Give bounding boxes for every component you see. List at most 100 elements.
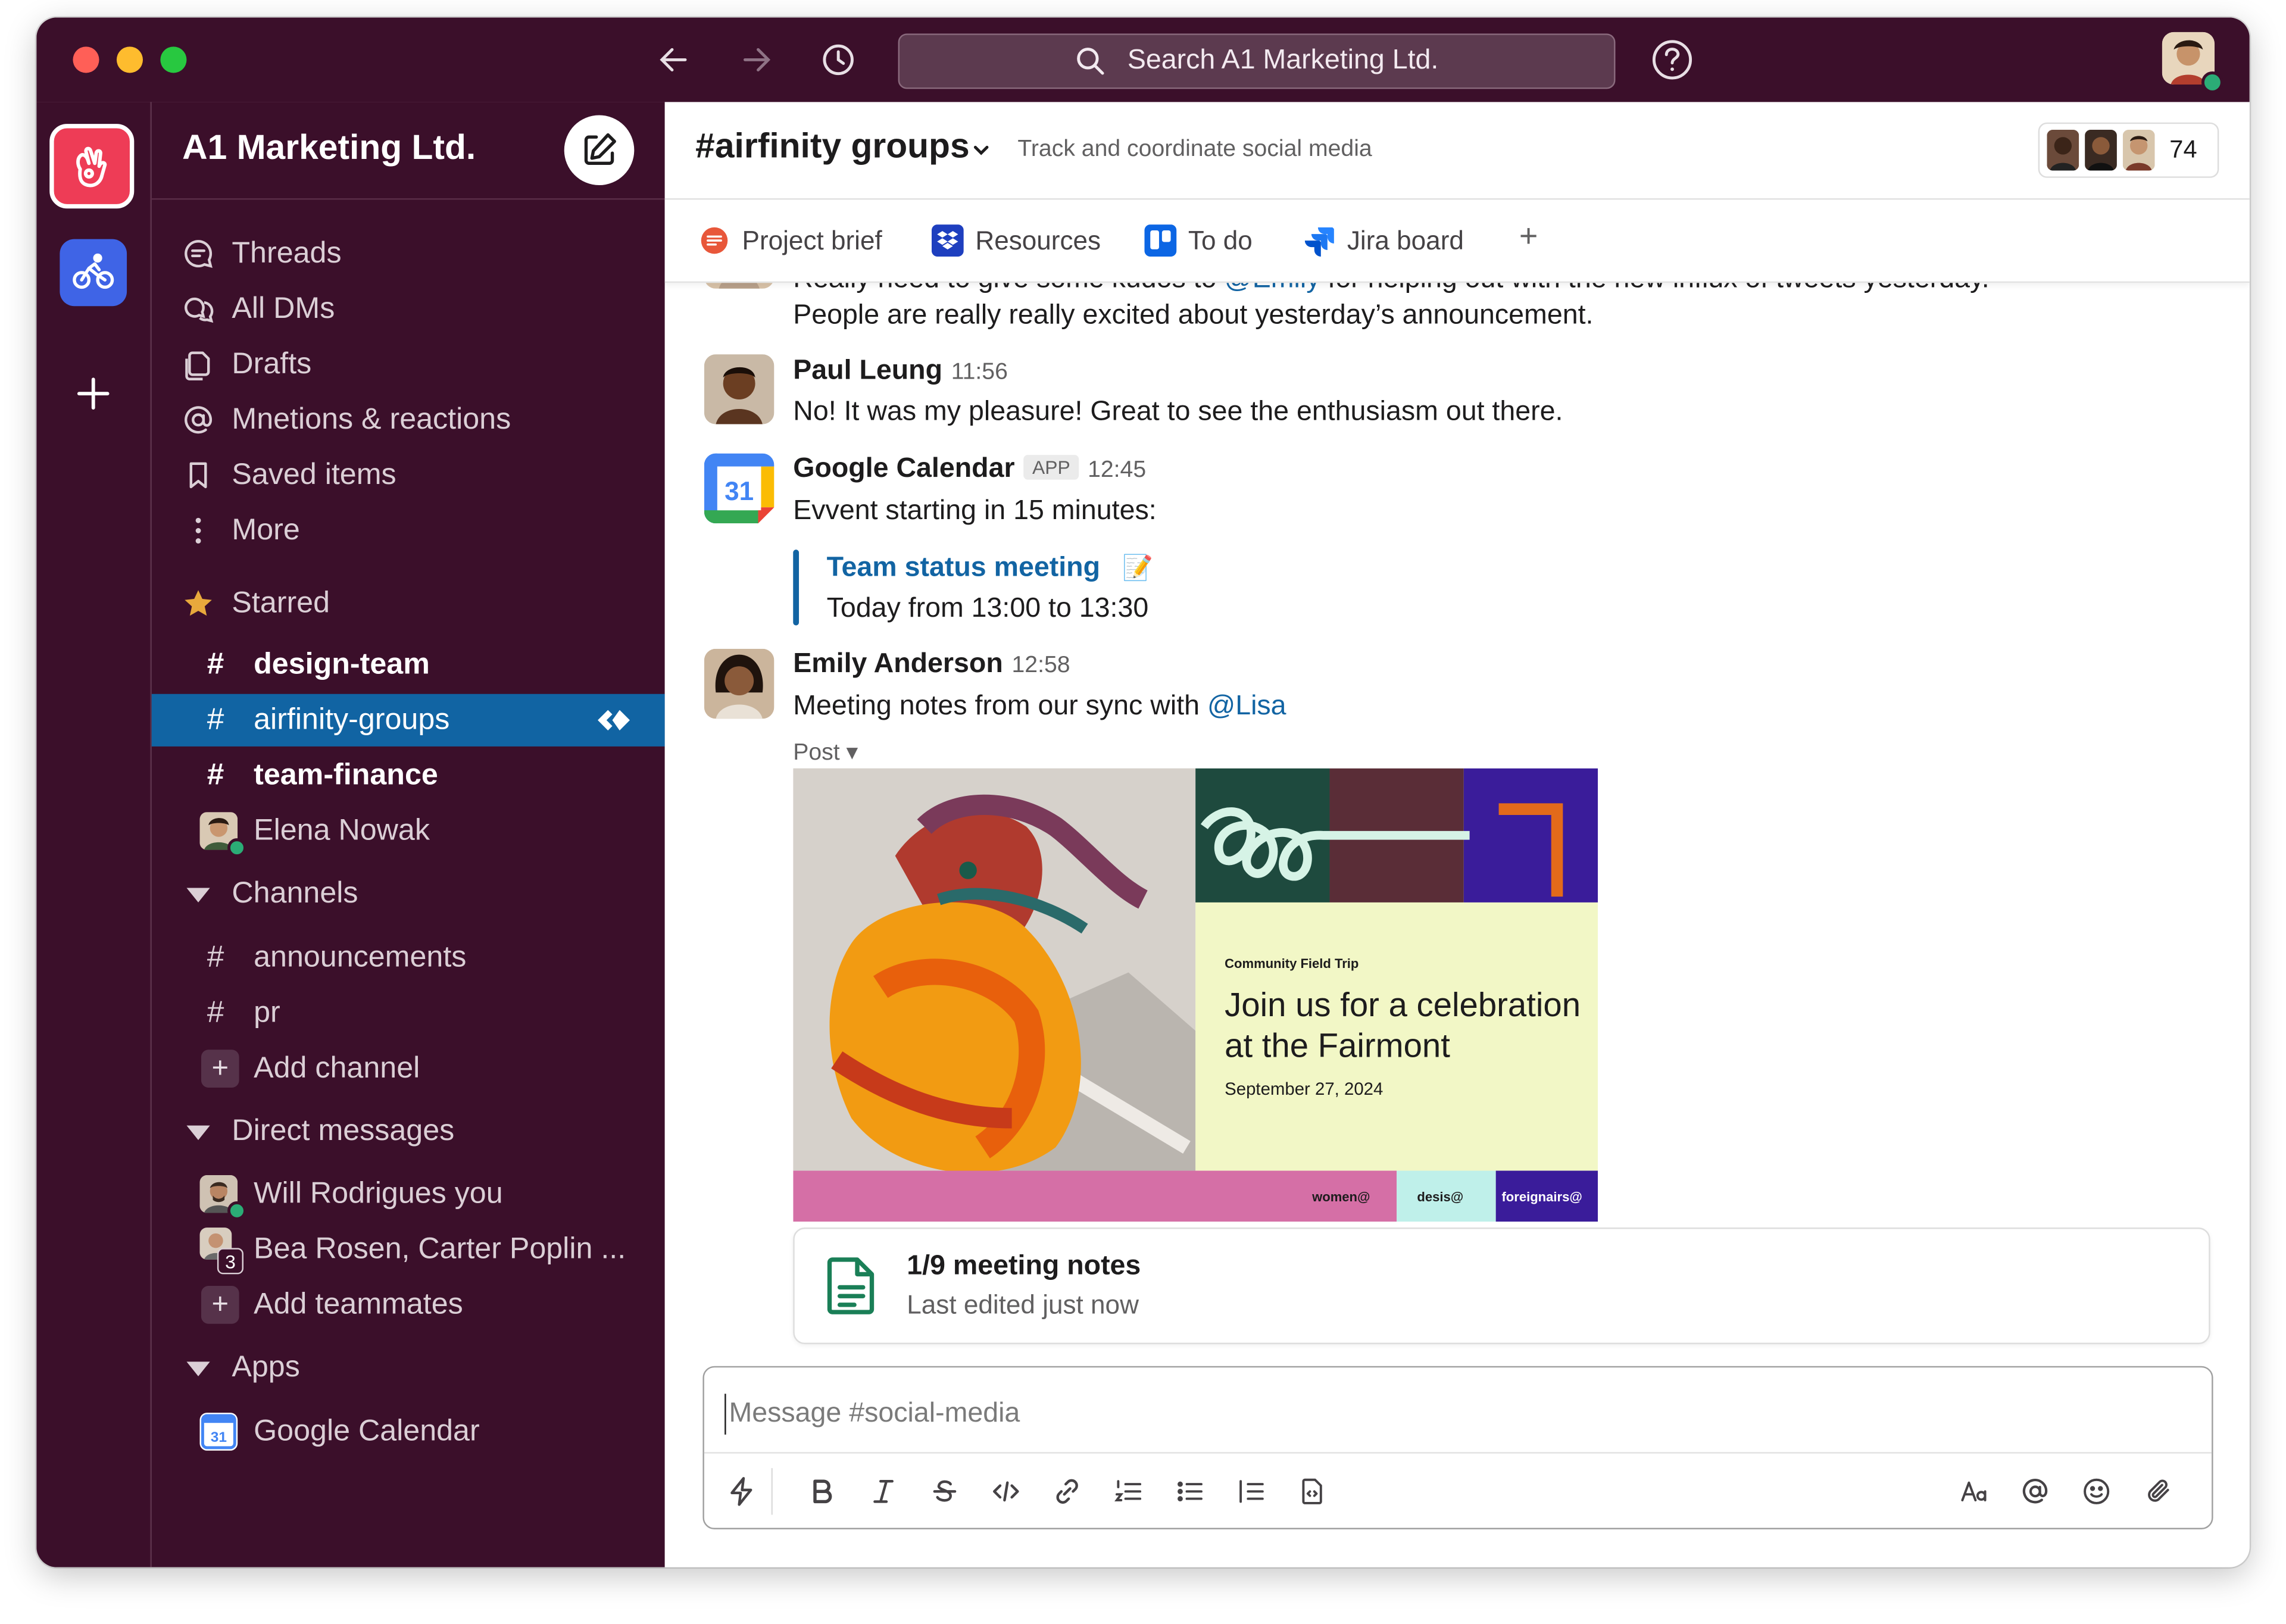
note-title: 1/9 meeting notes <box>907 1251 1141 1282</box>
google-calendar-avatar[interactable]: 31 <box>704 453 775 524</box>
sidebar-item-all-dms[interactable]: All DMs <box>152 283 665 335</box>
sidebar-channel-design-team[interactable]: # design-team <box>152 639 665 691</box>
add-tab-button[interactable]: + <box>1519 217 1538 255</box>
sidebar-section-direct-messages[interactable]: Direct messages <box>152 1105 665 1157</box>
code-block-icon[interactable] <box>1293 1472 1331 1510</box>
blockquote-icon[interactable] <box>1232 1472 1270 1510</box>
ordered-list-icon[interactable] <box>1110 1472 1148 1510</box>
timestamp[interactable]: 12:58 <box>1011 653 1070 678</box>
link-icon[interactable] <box>1048 1472 1086 1510</box>
emoji-icon[interactable] <box>2078 1472 2116 1510</box>
app-label: Google Calendar <box>254 1414 480 1448</box>
timestamp[interactable]: 12:45 <box>1088 458 1146 483</box>
message-input[interactable] <box>724 1394 2190 1435</box>
sidebar-channel-pr[interactable]: # pr <box>152 987 665 1039</box>
dm-label: Bea Rosen, Carter Poplin ... <box>254 1232 626 1266</box>
timestamp[interactable]: 11:56 <box>951 360 1008 385</box>
strikethrough-icon[interactable] <box>926 1472 964 1510</box>
poster-logo-foreignairs: foreignairs@ <box>1501 1189 1582 1204</box>
workspace-name[interactable]: A1 Marketing Ltd. <box>182 129 476 170</box>
history-icon[interactable] <box>816 38 860 82</box>
avatar-paul-leung[interactable] <box>704 354 775 424</box>
forward-icon[interactable] <box>735 38 778 82</box>
code-icon[interactable] <box>987 1472 1025 1510</box>
channel-hash-icon: # <box>207 995 224 1029</box>
mention-icon[interactable] <box>2016 1472 2054 1510</box>
sidebar-item-saved[interactable]: Saved items <box>152 449 665 501</box>
sidebar-channel-airfinity-groups[interactable]: # airfinity-groups <box>151 694 665 747</box>
add-channel-button[interactable]: + Add channel <box>152 1042 665 1095</box>
canvas-attachment-card[interactable]: 1/9 meeting notes Last edited just now <box>793 1228 2210 1344</box>
help-icon[interactable] <box>1650 38 1694 82</box>
avatar <box>704 283 775 289</box>
message-text: Really need to give some kudos to @Emily… <box>793 283 1989 296</box>
sidebar-item-threads[interactable]: Threads <box>152 227 665 280</box>
tab-to-do[interactable]: To do <box>1144 221 1253 260</box>
workspace-cycling[interactable] <box>60 239 127 307</box>
sidebar-channel-team-finance[interactable]: # team-finance <box>152 749 665 802</box>
toolbar-separator <box>771 1468 773 1515</box>
online-status-dot <box>2201 71 2223 93</box>
sidebar-dm-will-rodrigues[interactable]: Will Rodrigues you <box>152 1168 665 1220</box>
sidebar-item-label: Saved items <box>232 457 396 492</box>
italic-icon[interactable] <box>864 1472 902 1510</box>
zoom-window-button[interactable] <box>160 46 187 73</box>
poster-logo-desis: desis@ <box>1417 1189 1463 1204</box>
section-label: Direct messages <box>232 1114 455 1148</box>
back-icon[interactable] <box>652 38 695 82</box>
avatar-emily-anderson[interactable] <box>704 648 775 719</box>
author-name[interactable]: Google Calendar <box>793 454 1014 484</box>
sidebar-dm-group[interactable]: 3 Bea Rosen, Carter Poplin ... <box>152 1223 665 1276</box>
author-name[interactable]: Paul Leung <box>793 356 942 386</box>
add-workspace-icon[interactable] <box>68 369 118 419</box>
sidebar-item-more[interactable]: More <box>152 504 665 557</box>
tab-project-brief[interactable]: Project brief <box>698 221 882 260</box>
online-status-dot <box>227 838 246 858</box>
workspace-a1-marketing[interactable] <box>49 124 135 209</box>
shortcuts-lightning-icon[interactable] <box>723 1472 761 1510</box>
sidebar-app-google-calendar[interactable]: 31 Google Calendar <box>152 1406 665 1458</box>
sidebar-dm-elena-nowak[interactable]: Elena Nowak <box>152 805 665 858</box>
workspace-logo-icon <box>76 146 107 188</box>
tab-resources[interactable]: Resources <box>931 221 1101 260</box>
add-teammates-button[interactable]: + Add teammates <box>152 1279 665 1331</box>
dropbox-icon <box>931 224 964 257</box>
sidebar-section-apps[interactable]: Apps <box>152 1341 665 1394</box>
search-bar[interactable]: Search A1 Marketing Ltd. <box>898 33 1616 89</box>
sidebar-item-drafts[interactable]: Drafts <box>152 338 665 391</box>
post-label[interactable]: Post ▾ <box>793 738 858 767</box>
sidebar-section-channels[interactable]: Channels <box>152 867 665 920</box>
sidebar-section-starred[interactable]: Starred <box>152 577 665 630</box>
minimize-window-button[interactable] <box>116 46 143 73</box>
add-channel-label: Add channel <box>254 1051 420 1085</box>
tab-label: Jira board <box>1347 225 1464 255</box>
sidebar-item-label: Threads <box>232 236 342 270</box>
sidebar-channel-announcements[interactable]: # announcements <box>152 932 665 984</box>
channel-name[interactable]: #airfinity groups <box>695 127 969 168</box>
tab-jira-board[interactable]: Jira board <box>1303 221 1464 260</box>
member-count-badge: 3 <box>217 1248 243 1275</box>
attachment-icon[interactable] <box>2140 1472 2178 1510</box>
chevron-down-icon[interactable] <box>971 140 991 160</box>
compose-button[interactable] <box>564 115 635 186</box>
close-window-button[interactable] <box>73 46 99 73</box>
formatting-icon[interactable] <box>1955 1472 1993 1510</box>
poster-kicker: Community Field Trip <box>1225 956 1359 971</box>
channel-label: announcements <box>254 940 467 974</box>
mention-emily[interactable]: @Emily <box>1225 283 1320 295</box>
trello-icon <box>1144 224 1177 257</box>
event-title[interactable]: Team status meeting 📝 <box>827 552 1154 585</box>
post-image[interactable]: Community Field Trip Join us for a celeb… <box>793 768 1598 1222</box>
app-window: Search A1 Marketing Ltd. A1 Marketing Lt… <box>36 17 2250 1567</box>
dms-icon <box>179 290 217 328</box>
google-calendar-icon: 31 <box>199 1413 238 1451</box>
channel-topic[interactable]: Track and coordinate social media <box>1017 137 1372 163</box>
message-text: Meeting notes from our sync with @Lisa <box>793 691 1286 723</box>
channel-label: design-team <box>254 647 430 681</box>
mention-lisa[interactable]: @Lisa <box>1207 691 1286 722</box>
bold-icon[interactable] <box>803 1472 841 1510</box>
bulleted-list-icon[interactable] <box>1171 1472 1209 1510</box>
author-name[interactable]: Emily Anderson <box>793 649 1003 679</box>
sidebar-item-mentions[interactable]: Mnetions & reactions <box>152 393 665 446</box>
members-button[interactable]: 74 <box>2038 122 2219 178</box>
